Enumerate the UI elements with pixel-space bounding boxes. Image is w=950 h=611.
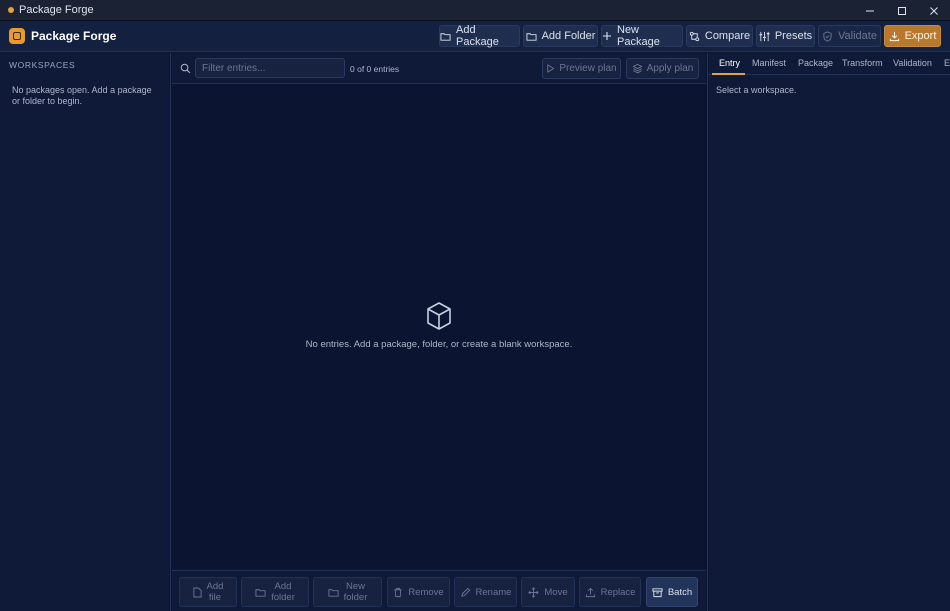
layers-icon [632,63,643,74]
sliders-icon [759,31,770,42]
remove-label: Remove [408,586,444,598]
move-arrows-icon [528,586,540,598]
entries-empty-message: No entries. Add a package, folder, or cr… [305,339,573,350]
filter-entries-input[interactable] [195,58,345,78]
remove-button[interactable]: Remove [387,577,450,607]
tab-ex[interactable]: Ex [944,58,950,68]
trash-icon [393,587,403,598]
workspaces-empty-message: No packages open. Add a package or folde… [12,85,152,106]
new-folder-label-line1: New [345,581,365,592]
add-folder-label: Add Folder [541,30,596,42]
package-forge-logo-icon [9,28,25,44]
tab-validation[interactable]: Validation [893,58,932,68]
apply-plan-button[interactable]: Apply plan [626,58,699,79]
add-folder-action-label: Add folder [271,581,295,603]
upload-icon [585,587,596,598]
folder-icon [328,587,339,598]
rename-label: Rename [475,586,512,598]
folder-icon [526,31,537,42]
workspaces-sidebar: WORKSPACES No packages open. Add a packa… [0,53,171,611]
rename-button[interactable]: Rename [454,577,517,607]
entries-filter-bar: 0 of 0 entries Preview plan Apply plan [172,53,706,84]
add-folder-button[interactable]: Add Folder [523,25,598,47]
entries-count: 0 of 0 entries [350,64,400,74]
tab-package[interactable]: Package [798,58,833,68]
maximize-icon [897,6,907,16]
add-file-label-line2: file [208,592,222,603]
add-package-button[interactable]: Add Package [439,24,520,48]
new-folder-button[interactable]: New folder [313,577,382,607]
compare-label: Compare [704,30,751,42]
workspaces-heading: WORKSPACES [9,60,76,70]
add-file-button[interactable]: Add file [179,577,237,607]
pencil-icon [460,587,471,598]
archive-icon [652,587,663,598]
window-controls [854,0,950,21]
add-folder-label-line2: folder [271,592,295,603]
new-folder-label: New folder [344,581,368,603]
minimize-icon [865,6,875,16]
new-package-label: New Package [617,24,660,48]
add-file-label: Add file [207,581,224,603]
add-package-label: Add Package [456,24,499,48]
folder-open-icon [440,31,451,42]
batch-button[interactable]: Batch [646,577,698,607]
inspector-empty-message: Select a workspace. [716,85,797,95]
entries-panel: 0 of 0 entries Preview plan Apply plan N… [172,53,706,611]
brand-name: Package Forge [31,29,117,43]
replace-label: Replace [600,586,636,598]
shield-check-icon [822,30,833,42]
close-button[interactable] [918,0,950,21]
inspector-tabs: Entry Manifest Package Transform Validat… [708,53,950,75]
plus-icon [602,31,612,41]
inspector-panel: Entry Manifest Package Transform Validat… [707,53,950,611]
move-label: Move [544,586,568,598]
presets-label: Presets [774,30,813,42]
entry-actions-bar: Add file Add folder New folder Remove Re… [172,570,706,611]
window-title: Package Forge [19,4,94,16]
main-toolbar: Package Forge Add Package Add Folder New… [0,21,950,52]
folder-open-icon [255,587,266,598]
active-tab-indicator [712,73,745,75]
file-icon [192,587,202,598]
move-button[interactable]: Move [521,577,575,607]
add-folder-action-button[interactable]: Add folder [241,577,309,607]
maximize-button[interactable] [886,0,918,21]
search-icon [180,63,191,74]
compare-button[interactable]: Compare [686,25,753,47]
new-folder-label-line2: folder [343,592,368,603]
add-file-label-line1: Add [206,581,224,592]
export-label: Export [904,30,937,42]
tab-entry[interactable]: Entry [719,58,740,68]
presets-button[interactable]: Presets [756,25,815,47]
download-icon [889,31,900,42]
new-package-button[interactable]: New Package [601,24,683,48]
play-icon [546,64,555,73]
close-icon [929,6,939,16]
title-bar: Package Forge [0,0,950,21]
batch-label: Batch [667,586,693,598]
brand: Package Forge [9,28,116,44]
validate-label: Validate [838,30,877,42]
package-box-icon [425,301,453,331]
compare-icon [689,31,700,42]
export-button[interactable]: Export [884,25,941,47]
preview-plan-button[interactable]: Preview plan [542,58,621,79]
apply-plan-label: Apply plan [646,63,694,74]
tab-manifest[interactable]: Manifest [752,58,786,68]
add-folder-label-line1: Add [274,581,292,592]
app-icon [8,7,14,13]
validate-button[interactable]: Validate [818,25,881,47]
minimize-button[interactable] [854,0,886,21]
preview-plan-label: Preview plan [559,63,617,74]
entries-empty-state: No entries. Add a package, folder, or cr… [172,301,706,350]
tab-transform[interactable]: Transform [842,58,883,68]
replace-button[interactable]: Replace [579,577,641,607]
